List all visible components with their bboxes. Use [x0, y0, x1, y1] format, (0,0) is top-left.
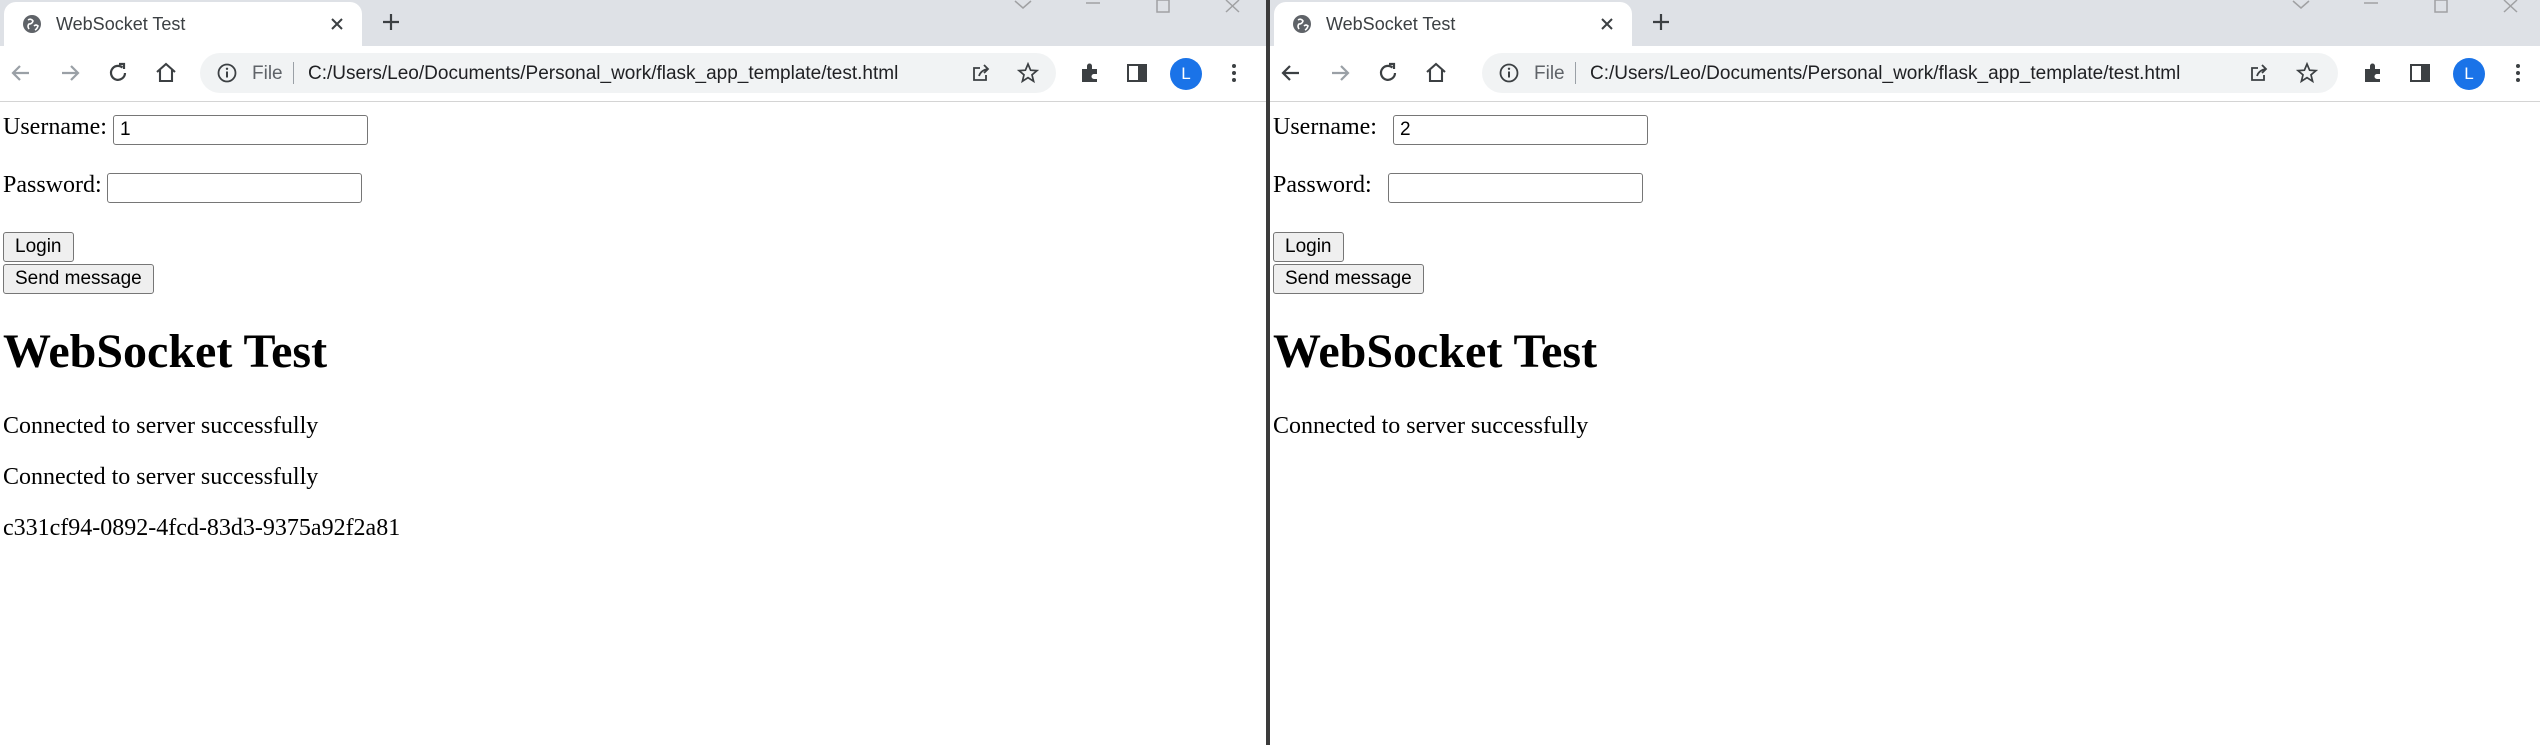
password-input[interactable]: [107, 173, 362, 203]
address-bar[interactable]: File C:/Users/Leo/Documents/Personal_wor…: [200, 53, 1056, 93]
globe-icon: [1293, 15, 1311, 33]
page-title: WebSocket Test: [3, 325, 328, 378]
close-window-icon[interactable]: [2500, 0, 2522, 14]
minimize-icon[interactable]: [1082, 0, 1104, 14]
tab-strip: WebSocket Test: [0, 0, 1266, 46]
browser-toolbar: File C:/Users/Leo/Documents/Personal_wor…: [0, 46, 1266, 102]
back-icon[interactable]: [8, 60, 34, 86]
plus-icon[interactable]: [1648, 9, 1674, 35]
message-line: Connected to server successfully: [1273, 413, 1589, 439]
extensions-icon[interactable]: [1077, 60, 1103, 86]
tab-title: WebSocket Test: [56, 14, 186, 34]
star-icon[interactable]: [1017, 62, 1039, 84]
extensions-icon[interactable]: [2360, 60, 2386, 86]
send-message-button[interactable]: Send message: [1273, 264, 1424, 294]
forward-icon[interactable]: [57, 60, 83, 86]
page-content: Username: 2 Password: Login Send message…: [1270, 102, 2540, 745]
forward-icon[interactable]: [1327, 60, 1353, 86]
url-text[interactable]: C:/Users/Leo/Documents/Personal_work/fla…: [1590, 63, 2180, 85]
home-icon[interactable]: [1423, 60, 1449, 86]
tab-websocket-test[interactable]: WebSocket Test: [4, 2, 362, 46]
chevron-down-icon[interactable]: [1012, 0, 1034, 14]
username-label: Username:: [1273, 114, 1377, 140]
side-panel-icon[interactable]: [2407, 60, 2433, 86]
username-input[interactable]: 1: [113, 115, 368, 145]
page-title: WebSocket Test: [1273, 325, 1598, 378]
tab-title: WebSocket Test: [1326, 14, 1456, 34]
browser-toolbar: File C:/Users/Leo/Documents/Personal_wor…: [1270, 46, 2540, 102]
share-icon[interactable]: [2248, 62, 2270, 84]
url-scheme: File: [1534, 63, 1565, 84]
reload-icon[interactable]: [1375, 60, 1401, 86]
avatar[interactable]: L: [1170, 58, 1202, 90]
password-input[interactable]: [1388, 173, 1643, 203]
tab-strip: WebSocket Test: [1270, 0, 2540, 46]
home-icon[interactable]: [153, 60, 179, 86]
message-line: Connected to server successfully: [3, 464, 319, 490]
menu-icon[interactable]: [1221, 60, 1247, 86]
menu-icon[interactable]: [2505, 60, 2531, 86]
star-icon[interactable]: [2296, 62, 2318, 84]
login-button[interactable]: Login: [3, 232, 74, 262]
back-icon[interactable]: [1278, 60, 1304, 86]
reload-icon[interactable]: [105, 60, 131, 86]
info-icon[interactable]: [216, 62, 238, 84]
browser-window-right: WebSocket Test File C:/Users/Leo/Documen…: [1270, 0, 2540, 745]
browser-window-left: WebSocket Test File C:/Users/Leo/Documen…: [0, 0, 1266, 745]
tab-websocket-test[interactable]: WebSocket Test: [1274, 2, 1632, 46]
share-icon[interactable]: [970, 62, 992, 84]
close-icon[interactable]: [1596, 13, 1618, 35]
globe-icon: [23, 15, 41, 33]
address-bar[interactable]: File C:/Users/Leo/Documents/Personal_wor…: [1482, 53, 2338, 93]
close-window-icon[interactable]: [1222, 0, 1244, 14]
minimize-icon[interactable]: [2360, 0, 2382, 14]
omnibox-separator: [1575, 62, 1576, 84]
close-icon[interactable]: [326, 13, 348, 35]
page-content: Username: 1 Password: Login Send message…: [0, 102, 1266, 745]
password-label: Password:: [1273, 172, 1372, 198]
message-line: Connected to server successfully: [3, 413, 319, 439]
username-label: Username:: [3, 114, 107, 140]
message-line: c331cf94-0892-4fcd-83d3-9375a92f2a81: [3, 515, 401, 541]
send-message-button[interactable]: Send message: [3, 264, 154, 294]
maximize-icon[interactable]: [2430, 0, 2452, 14]
password-label: Password:: [3, 172, 102, 198]
url-text[interactable]: C:/Users/Leo/Documents/Personal_work/fla…: [308, 63, 898, 85]
omnibox-separator: [293, 62, 294, 84]
login-button[interactable]: Login: [1273, 232, 1344, 262]
side-panel-icon[interactable]: [1124, 60, 1150, 86]
url-scheme: File: [252, 63, 283, 84]
username-input[interactable]: 2: [1393, 115, 1648, 145]
plus-icon[interactable]: [378, 9, 404, 35]
info-icon[interactable]: [1498, 62, 1520, 84]
maximize-icon[interactable]: [1152, 0, 1174, 14]
avatar[interactable]: L: [2453, 58, 2485, 90]
chevron-down-icon[interactable]: [2290, 0, 2312, 14]
